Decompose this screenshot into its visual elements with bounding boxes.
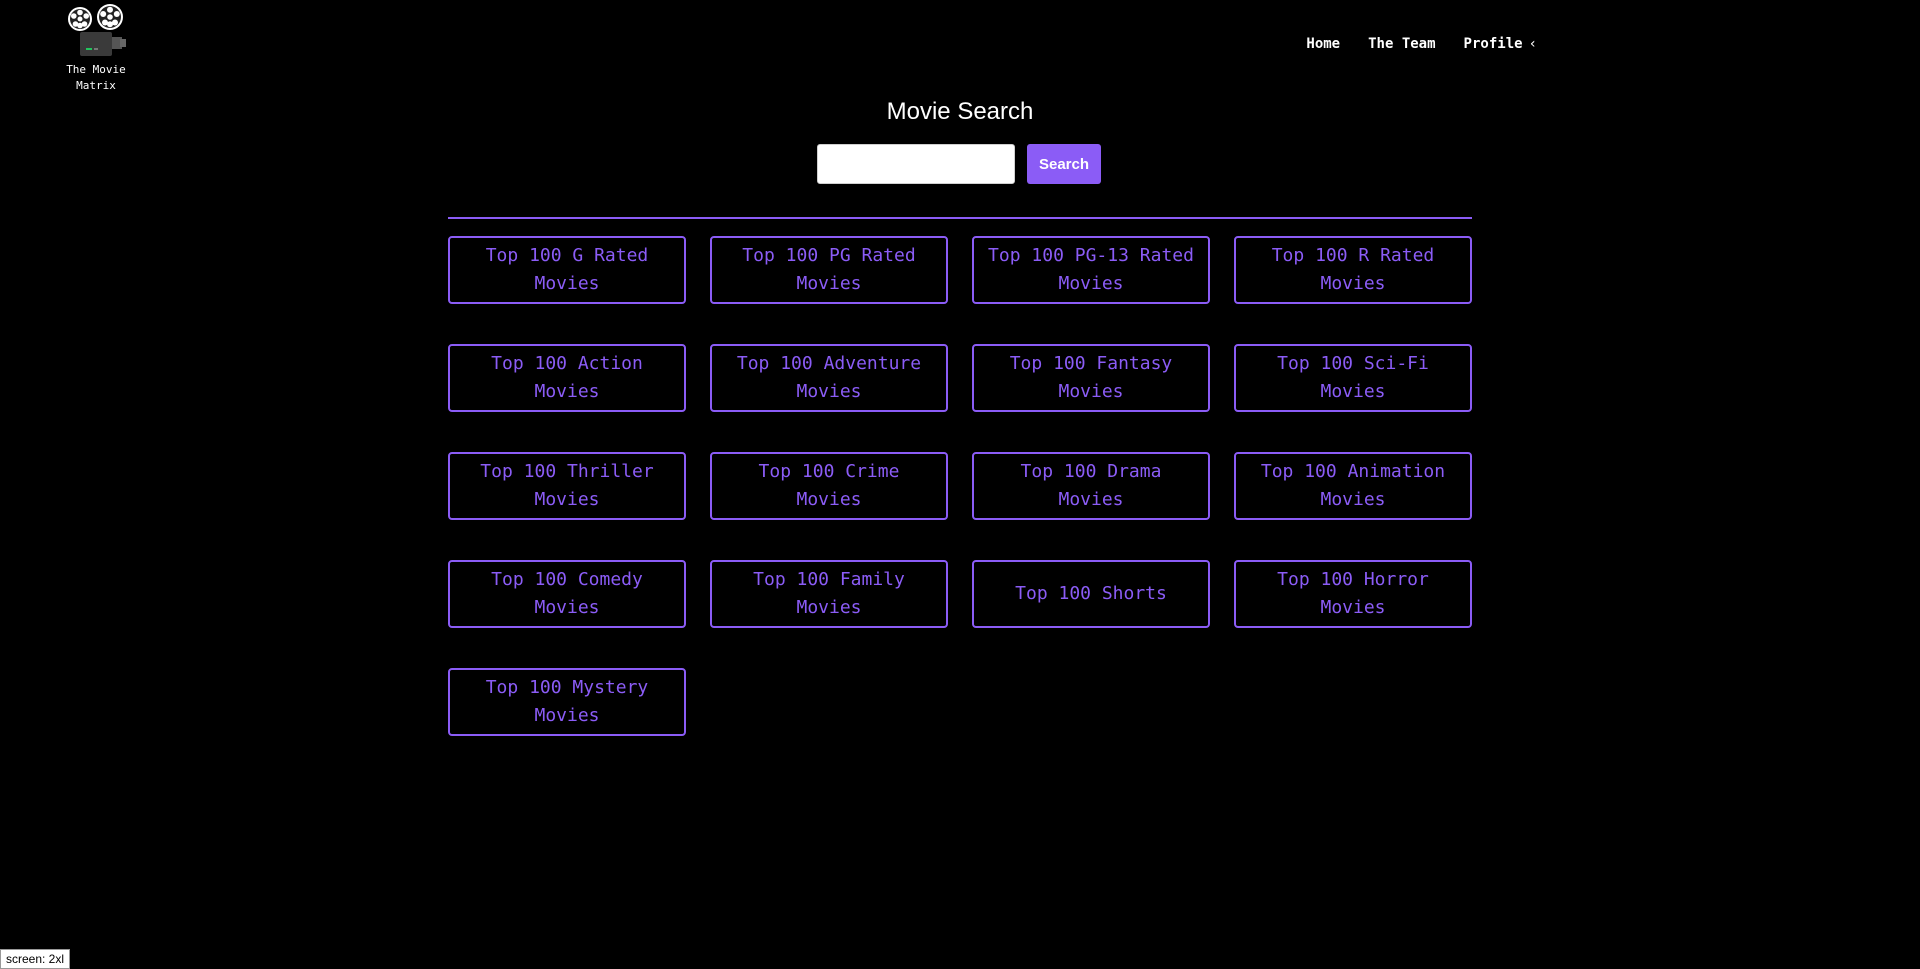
category-button-family[interactable]: Top 100 Family Movies <box>710 560 948 628</box>
category-button-pg13-rated[interactable]: Top 100 PG-13 Rated Movies <box>972 236 1210 304</box>
brand-name: The Movie Matrix <box>66 63 126 92</box>
category-button-crime[interactable]: Top 100 Crime Movies <box>710 452 948 520</box>
category-button-horror[interactable]: Top 100 Horror Movies <box>1234 560 1472 628</box>
brand-logo[interactable]: The Movie Matrix <box>60 4 132 94</box>
nav-profile-dropdown[interactable]: Profile ‹ <box>1464 36 1537 52</box>
search-button[interactable]: Search <box>1027 144 1101 184</box>
page: The Movie Matrix Home The Team Profile ‹… <box>0 0 1920 969</box>
category-button-animation[interactable]: Top 100 Animation Movies <box>1234 452 1472 520</box>
category-grid: Top 100 G Rated Movies Top 100 PG Rated … <box>448 236 1472 736</box>
page-title: Movie Search <box>886 98 1034 125</box>
divider <box>448 217 1472 219</box>
nav-the-team-link[interactable]: The Team <box>1368 36 1435 52</box>
nav-home-link[interactable]: Home <box>1306 36 1340 52</box>
category-button-g-rated[interactable]: Top 100 G Rated Movies <box>448 236 686 304</box>
search-form: Search <box>817 144 1101 184</box>
screen-size-indicator: screen: 2xl <box>0 949 71 969</box>
film-projector-icon <box>68 4 126 56</box>
category-button-adventure[interactable]: Top 100 Adventure Movies <box>710 344 948 412</box>
main-nav: Home The Team Profile ‹ <box>1278 36 1537 52</box>
category-button-comedy[interactable]: Top 100 Comedy Movies <box>448 560 686 628</box>
category-button-r-rated[interactable]: Top 100 R Rated Movies <box>1234 236 1472 304</box>
category-button-fantasy[interactable]: Top 100 Fantasy Movies <box>972 344 1210 412</box>
category-button-sci-fi[interactable]: Top 100 Sci-Fi Movies <box>1234 344 1472 412</box>
category-button-mystery[interactable]: Top 100 Mystery Movies <box>448 668 686 736</box>
category-button-drama[interactable]: Top 100 Drama Movies <box>972 452 1210 520</box>
category-button-pg-rated[interactable]: Top 100 PG Rated Movies <box>710 236 948 304</box>
category-button-thriller[interactable]: Top 100 Thriller Movies <box>448 452 686 520</box>
nav-profile-label: Profile <box>1463 36 1523 52</box>
category-button-shorts[interactable]: Top 100 Shorts <box>972 560 1210 628</box>
search-input[interactable] <box>817 144 1015 184</box>
chevron-left-icon: ‹ <box>1528 36 1537 52</box>
category-button-action[interactable]: Top 100 Action Movies <box>448 344 686 412</box>
